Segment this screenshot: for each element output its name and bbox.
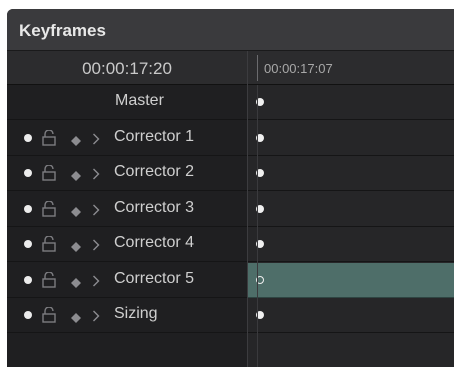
lock-icon[interactable] <box>42 164 56 181</box>
diamond-icon[interactable] <box>71 204 81 217</box>
enable-dot-icon[interactable] <box>24 275 32 284</box>
lock-icon[interactable] <box>42 270 56 288</box>
track-label: Corrector 2 <box>114 163 195 180</box>
track-row-corrector-3[interactable]: Corrector 3 <box>7 192 247 227</box>
track-row-master[interactable]: Master <box>7 85 247 120</box>
lock-icon[interactable] <box>42 306 56 323</box>
playhead-line <box>257 85 258 367</box>
track-label: Master <box>115 92 164 109</box>
timecode-header: 00:00:17:20 <box>7 51 247 85</box>
enable-dot-icon[interactable] <box>24 169 32 177</box>
panel-titlebar: Keyframes <box>7 9 454 51</box>
diamond-icon[interactable] <box>71 275 81 288</box>
diamond-icon[interactable] <box>71 310 81 323</box>
timeline-row-corrector-5[interactable] <box>248 262 454 298</box>
diamond-icon[interactable] <box>71 239 81 252</box>
track-label: Corrector 5 <box>114 269 195 287</box>
enable-dot-icon[interactable] <box>24 311 32 319</box>
chevron-right-icon[interactable] <box>92 132 100 144</box>
timeline-ruler[interactable]: 00:00:17:07 <box>248 51 454 85</box>
track-row-sizing[interactable]: Sizing <box>7 298 247 333</box>
lock-icon[interactable] <box>42 128 56 146</box>
track-label: Corrector 3 <box>114 198 195 216</box>
diamond-icon[interactable] <box>71 133 81 146</box>
track-label: Sizing <box>114 305 158 322</box>
track-label: Corrector 4 <box>114 234 195 251</box>
diamond-icon[interactable] <box>71 168 81 181</box>
timeline-row-corrector-2[interactable] <box>248 156 454 191</box>
timeline-row-corrector-4[interactable] <box>248 227 454 262</box>
enable-dot-icon[interactable] <box>24 204 32 213</box>
chevron-right-icon[interactable] <box>92 309 100 322</box>
keyframes-panel: Keyframes 00:00:17:20 Master Corrector 1 C… <box>7 9 454 367</box>
timeline-row-corrector-1[interactable] <box>248 121 454 156</box>
track-row-corrector-2[interactable]: Corrector 2 <box>7 156 247 191</box>
ruler-tick <box>257 55 258 81</box>
timeline-row-sizing[interactable] <box>248 298 454 333</box>
timeline-row-master[interactable] <box>248 85 454 120</box>
panel-title: Keyframes <box>19 21 106 40</box>
keyframe-timeline[interactable]: 00:00:17:07 <box>248 51 454 367</box>
enable-dot-icon[interactable] <box>24 240 32 248</box>
chevron-right-icon[interactable] <box>92 167 100 180</box>
lock-icon[interactable] <box>42 235 56 252</box>
chevron-right-icon[interactable] <box>92 203 100 215</box>
timeline-row-corrector-3[interactable] <box>248 192 454 227</box>
track-label: Corrector 1 <box>114 127 195 145</box>
track-row-corrector-4[interactable]: Corrector 4 <box>7 227 247 262</box>
chevron-right-icon[interactable] <box>92 274 100 286</box>
chevron-right-icon[interactable] <box>92 238 100 251</box>
track-row-corrector-1[interactable]: Corrector 1 <box>7 121 247 156</box>
ruler-timecode: 00:00:17:07 <box>264 61 333 76</box>
current-timecode[interactable]: 00:00:17:20 <box>7 59 247 79</box>
lock-icon[interactable] <box>42 199 56 217</box>
enable-dot-icon[interactable] <box>24 133 32 142</box>
track-row-corrector-5[interactable]: Corrector 5 <box>7 263 247 298</box>
track-list: 00:00:17:20 Master Corrector 1 Corrector 2… <box>7 51 247 367</box>
